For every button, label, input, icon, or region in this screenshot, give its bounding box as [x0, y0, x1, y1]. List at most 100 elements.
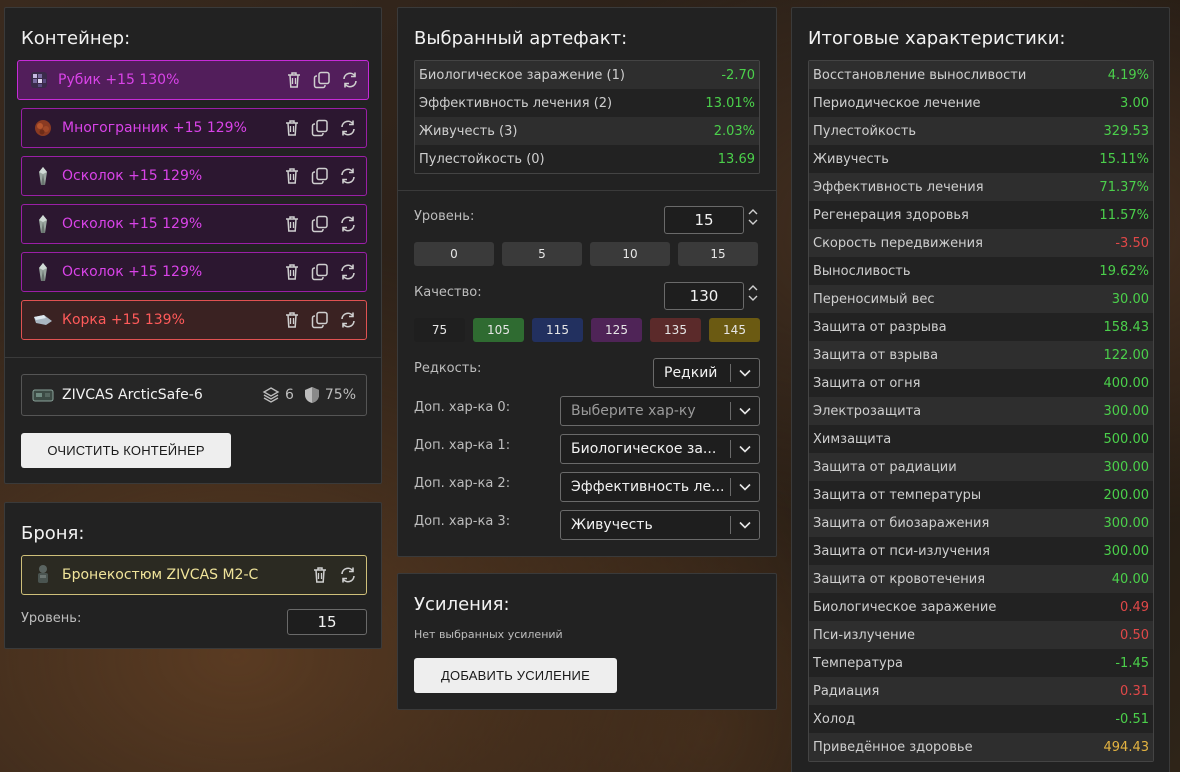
boosts-title: Усиления: [414, 594, 510, 615]
chevron-down-icon [731, 407, 759, 415]
stat-row: Защита от температуры 200.00 [809, 481, 1153, 509]
stat-value: 4.19% [1107, 67, 1149, 83]
container-panel: Контейнер: Рубик +15 130% Многогранник +1… [4, 7, 382, 484]
armor-level-input[interactable]: 15 [287, 609, 367, 635]
swap-icon[interactable] [338, 166, 358, 186]
trash-icon[interactable] [310, 565, 330, 585]
copy-icon[interactable] [310, 166, 330, 186]
stat-row: Эффективность лечения (2) 13.01% [415, 89, 759, 117]
clear-container-button[interactable]: ОЧИСТИТЬ КОНТЕЙНЕР [21, 433, 231, 468]
level-label: Уровень: [414, 209, 475, 224]
stat-name: Химзащита [813, 431, 892, 447]
copy-icon[interactable] [310, 262, 330, 282]
artifact-item[interactable]: Многогранник +15 129% [21, 108, 367, 148]
stat-row: Периодическое лечение 3.00 [809, 89, 1153, 117]
stat-name: Биологическое заражение (1) [419, 67, 625, 83]
stat-value: 500.00 [1103, 431, 1150, 447]
quality-input[interactable]: 130 [664, 282, 744, 310]
extra-stat-select[interactable]: Эффективность ле... [560, 472, 760, 502]
artifact-item[interactable]: Корка +15 139% [21, 300, 367, 340]
stat-name: Защита от пси-излучения [813, 543, 990, 559]
chevron-down-icon [731, 369, 759, 377]
extra-stat-select[interactable]: Выберите хар-ку [560, 396, 760, 426]
chevron-up-icon [748, 285, 758, 291]
stat-row: Радиация 0.31 [809, 677, 1153, 705]
trash-icon[interactable] [282, 118, 302, 138]
swap-icon[interactable] [340, 70, 360, 90]
shard-artifact-icon [32, 165, 54, 187]
extra-stat-label: Доп. хар-ка 2: [414, 476, 511, 491]
trash-icon[interactable] [282, 262, 302, 282]
quality-preset-button[interactable]: 105 [473, 318, 524, 342]
artifact-item[interactable]: Осколок +15 129% [21, 252, 367, 292]
swap-icon[interactable] [338, 118, 358, 138]
quality-preset-button[interactable]: 135 [650, 318, 701, 342]
level-spinner[interactable] [748, 209, 758, 225]
extra-stat-select[interactable]: Биологическое за... [560, 434, 760, 464]
container-slots: 6 [262, 386, 294, 404]
copy-icon[interactable] [310, 214, 330, 234]
trash-icon[interactable] [284, 70, 304, 90]
stat-value: 40.00 [1111, 571, 1149, 587]
trash-icon[interactable] [282, 166, 302, 186]
totals-panel: Итоговые характеристики: Восстановление … [791, 7, 1170, 772]
stat-value: 400.00 [1103, 375, 1150, 391]
extra-stat-value: Выберите хар-ку [571, 403, 696, 419]
container-case-icon [32, 384, 54, 406]
stat-value: 71.37% [1099, 179, 1149, 195]
quality-preset-button[interactable]: 75 [414, 318, 465, 342]
stat-value: 494.43 [1103, 739, 1150, 755]
artifact-item[interactable]: Рубик +15 130% [17, 60, 369, 100]
rarity-select[interactable]: Редкий [653, 358, 760, 388]
quality-label: Качество: [414, 285, 482, 300]
level-preset-button[interactable]: 0 [414, 242, 494, 266]
totals-title: Итоговые характеристики: [808, 28, 1066, 49]
stat-value: -3.50 [1115, 235, 1149, 251]
swap-icon[interactable] [338, 565, 358, 585]
stat-name: Пси-излучение [813, 627, 916, 643]
stat-name: Скорость передвижения [813, 235, 983, 251]
trash-icon[interactable] [282, 310, 302, 330]
trash-icon[interactable] [282, 214, 302, 234]
stat-name: Холод [813, 711, 856, 727]
quality-preset-button[interactable]: 115 [532, 318, 583, 342]
container-item[interactable]: ZIVCAS ArcticSafe-6 6 75% [21, 374, 367, 416]
extra-stat-select[interactable]: Живучесть [560, 510, 760, 540]
stat-row: Холод -0.51 [809, 705, 1153, 733]
swap-icon[interactable] [338, 262, 358, 282]
stat-name: Температура [813, 655, 903, 671]
stat-name: Электрозащита [813, 403, 922, 419]
swap-icon[interactable] [338, 214, 358, 234]
level-preset-button[interactable]: 10 [590, 242, 670, 266]
artifact-label: Корка +15 139% [62, 312, 185, 328]
stat-name: Живучесть [813, 151, 889, 167]
level-preset-button[interactable]: 15 [678, 242, 758, 266]
copy-icon[interactable] [312, 70, 332, 90]
level-input[interactable]: 15 [664, 206, 744, 234]
selected-artifact-title: Выбранный артефакт: [414, 28, 628, 49]
armor-item[interactable]: Бронекостюм ZIVCAS M2-C [21, 555, 367, 595]
stat-row: Биологическое заражение (1) -2.70 [415, 61, 759, 89]
stat-value: 300.00 [1103, 403, 1150, 419]
stat-value: 300.00 [1103, 543, 1150, 559]
quality-preset-button[interactable]: 125 [591, 318, 642, 342]
crust-artifact-icon [32, 309, 54, 331]
stat-value: 0.50 [1120, 627, 1149, 643]
stat-row: Регенерация здоровья 11.57% [809, 201, 1153, 229]
artifact-item[interactable]: Осколок +15 129% [21, 156, 367, 196]
copy-icon[interactable] [310, 118, 330, 138]
swap-icon[interactable] [338, 310, 358, 330]
quality-preset-button[interactable]: 145 [709, 318, 760, 342]
chevron-down-icon [731, 483, 759, 491]
stat-row: Живучесть 15.11% [809, 145, 1153, 173]
boosts-empty-text: Нет выбранных усилений [414, 628, 563, 641]
add-boost-button[interactable]: ДОБАВИТЬ УСИЛЕНИЕ [414, 658, 617, 693]
shield-icon [304, 387, 319, 403]
artifact-item[interactable]: Осколок +15 129% [21, 204, 367, 244]
copy-icon[interactable] [310, 310, 330, 330]
quality-spinner[interactable] [748, 285, 758, 301]
stat-name: Защита от температуры [813, 487, 982, 503]
level-preset-button[interactable]: 5 [502, 242, 582, 266]
stat-row: Биологическое заражение 0.49 [809, 593, 1153, 621]
armor-title: Броня: [21, 523, 85, 544]
